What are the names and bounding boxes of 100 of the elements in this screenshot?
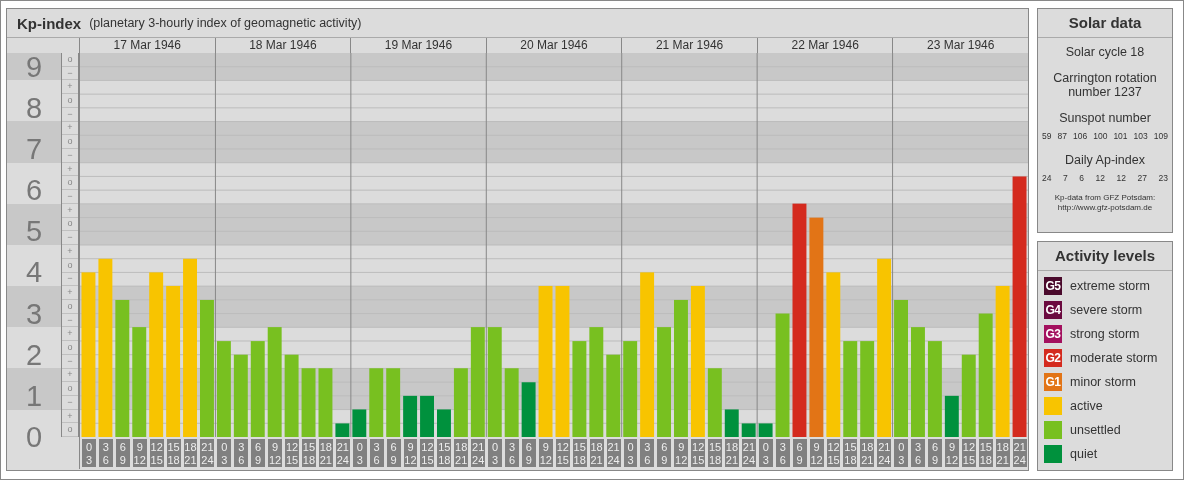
time-label: 3 6 (775, 439, 790, 467)
ap-value: 27 (1137, 173, 1147, 183)
time-label: 21 24 (741, 439, 756, 467)
time-label: 9 12 (674, 439, 689, 467)
scale-mark: − (62, 231, 78, 246)
time-label: 21 24 (877, 439, 892, 467)
time-label: 21 24 (335, 439, 350, 467)
kp-bar (453, 368, 468, 437)
time-label: 18 21 (318, 439, 333, 467)
time-label: 9 12 (809, 439, 824, 467)
sunspot-value: 100 (1093, 131, 1108, 141)
time-label: 18 21 (183, 439, 198, 467)
time-label: 12 15 (555, 439, 570, 467)
scale-mark: − (62, 149, 78, 163)
scale-number: 3 (24, 298, 44, 329)
panel-title: Solar data (1038, 9, 1172, 38)
time-label: 0 3 (758, 439, 773, 467)
date-label: 17 Mar 1946 (112, 38, 182, 53)
ap-value: 23 (1158, 173, 1168, 183)
scale-mark: − (62, 107, 78, 122)
ap-value: 12 (1095, 173, 1105, 183)
kp-bar (420, 395, 434, 437)
time-label: 15 18 (166, 439, 181, 467)
legend-label: minor storm (1070, 375, 1136, 389)
scale-number: 4 (24, 257, 44, 288)
time-label: 3 6 (911, 439, 926, 467)
time-label: 21 24 (1012, 439, 1027, 467)
time-label: 21 24 (200, 439, 215, 467)
scale-mark: + (62, 368, 78, 383)
sunspot-value: 106 (1072, 131, 1088, 141)
time-label: 15 18 (572, 439, 587, 467)
legend-label: unsettled (1070, 423, 1121, 437)
legend-swatch: G3 (1044, 325, 1062, 343)
scale-mark: − (62, 354, 78, 369)
scale-mark: o (62, 258, 78, 273)
ap-value: 24 (1042, 173, 1052, 183)
time-label: 15 18 (302, 439, 316, 467)
time-label: 15 18 (708, 439, 723, 467)
legend-swatch: G2 (1044, 349, 1062, 367)
time-label: 0 3 (488, 439, 503, 467)
scale-mark: − (62, 190, 78, 204)
time-label: 12 15 (420, 439, 435, 467)
time-label: 12 15 (149, 439, 164, 467)
legend-label: severe storm (1070, 303, 1143, 317)
kp-bar (758, 423, 773, 437)
scale-mark: o (62, 341, 78, 355)
sunspot-value: 103 (1133, 131, 1148, 141)
time-label: 9 12 (945, 439, 959, 467)
time-label: 21 24 (471, 439, 486, 467)
scale-mark: o (62, 135, 78, 150)
kp-bar (301, 368, 316, 437)
time-label: 3 6 (640, 439, 655, 467)
kp-bar (707, 368, 722, 437)
time-label: 18 21 (725, 439, 739, 467)
time-label: 15 18 (843, 439, 858, 467)
legend-label: active (1070, 399, 1103, 413)
scale-mark: o (62, 94, 78, 108)
time-label: 6 9 (115, 439, 130, 467)
scale-mark: + (62, 121, 78, 136)
scale-number: 5 (24, 216, 44, 247)
time-label: 12 15 (691, 439, 706, 467)
scale-number: 8 (24, 92, 44, 123)
sunspot-value: 109 (1153, 131, 1168, 141)
scale-number: 1 (24, 380, 44, 411)
kp-bar (944, 395, 959, 437)
time-label: 9 12 (132, 439, 147, 467)
scale-mark: − (62, 66, 78, 81)
time-label: 12 15 (961, 439, 976, 467)
time-label: 18 21 (995, 439, 1010, 467)
time-label: 3 6 (505, 439, 519, 467)
time-label: 18 21 (454, 439, 469, 467)
time-label: 6 9 (928, 439, 942, 467)
scale-mark: o (62, 217, 78, 232)
ap-value: 7 (1063, 173, 1068, 183)
legend-label: quiet (1070, 447, 1098, 461)
kp-bar (352, 409, 367, 437)
time-label: 0 3 (623, 439, 638, 467)
scale-mark: − (62, 395, 78, 410)
chart-subtitle: (planetary 3-hourly index of geomagnetic activity) (89, 16, 362, 30)
time-label: 9 12 (538, 439, 553, 467)
time-label: 6 9 (251, 439, 266, 467)
sunspot-value: 101 (1113, 131, 1128, 141)
scale-mark: o (62, 382, 78, 396)
kp-bar (741, 423, 756, 437)
legend-label: moderate storm (1070, 351, 1158, 365)
time-label: 6 9 (657, 439, 672, 467)
time-label: 3 6 (234, 439, 249, 467)
time-label: 6 9 (386, 439, 401, 467)
time-label: 9 12 (268, 439, 283, 467)
kp-bar (724, 409, 739, 437)
legend-label: extreme storm (1070, 279, 1150, 293)
scale-number: 0 (24, 422, 44, 452)
scale-mark: o (62, 53, 78, 67)
ap-value: 12 (1116, 173, 1126, 183)
scale-number: 6 (24, 175, 44, 206)
time-label: 9 12 (403, 439, 418, 467)
time-label: 18 21 (860, 439, 875, 467)
scale-number: 9 (24, 51, 44, 82)
scale-number: 7 (24, 133, 44, 164)
time-label: 0 3 (352, 439, 367, 467)
